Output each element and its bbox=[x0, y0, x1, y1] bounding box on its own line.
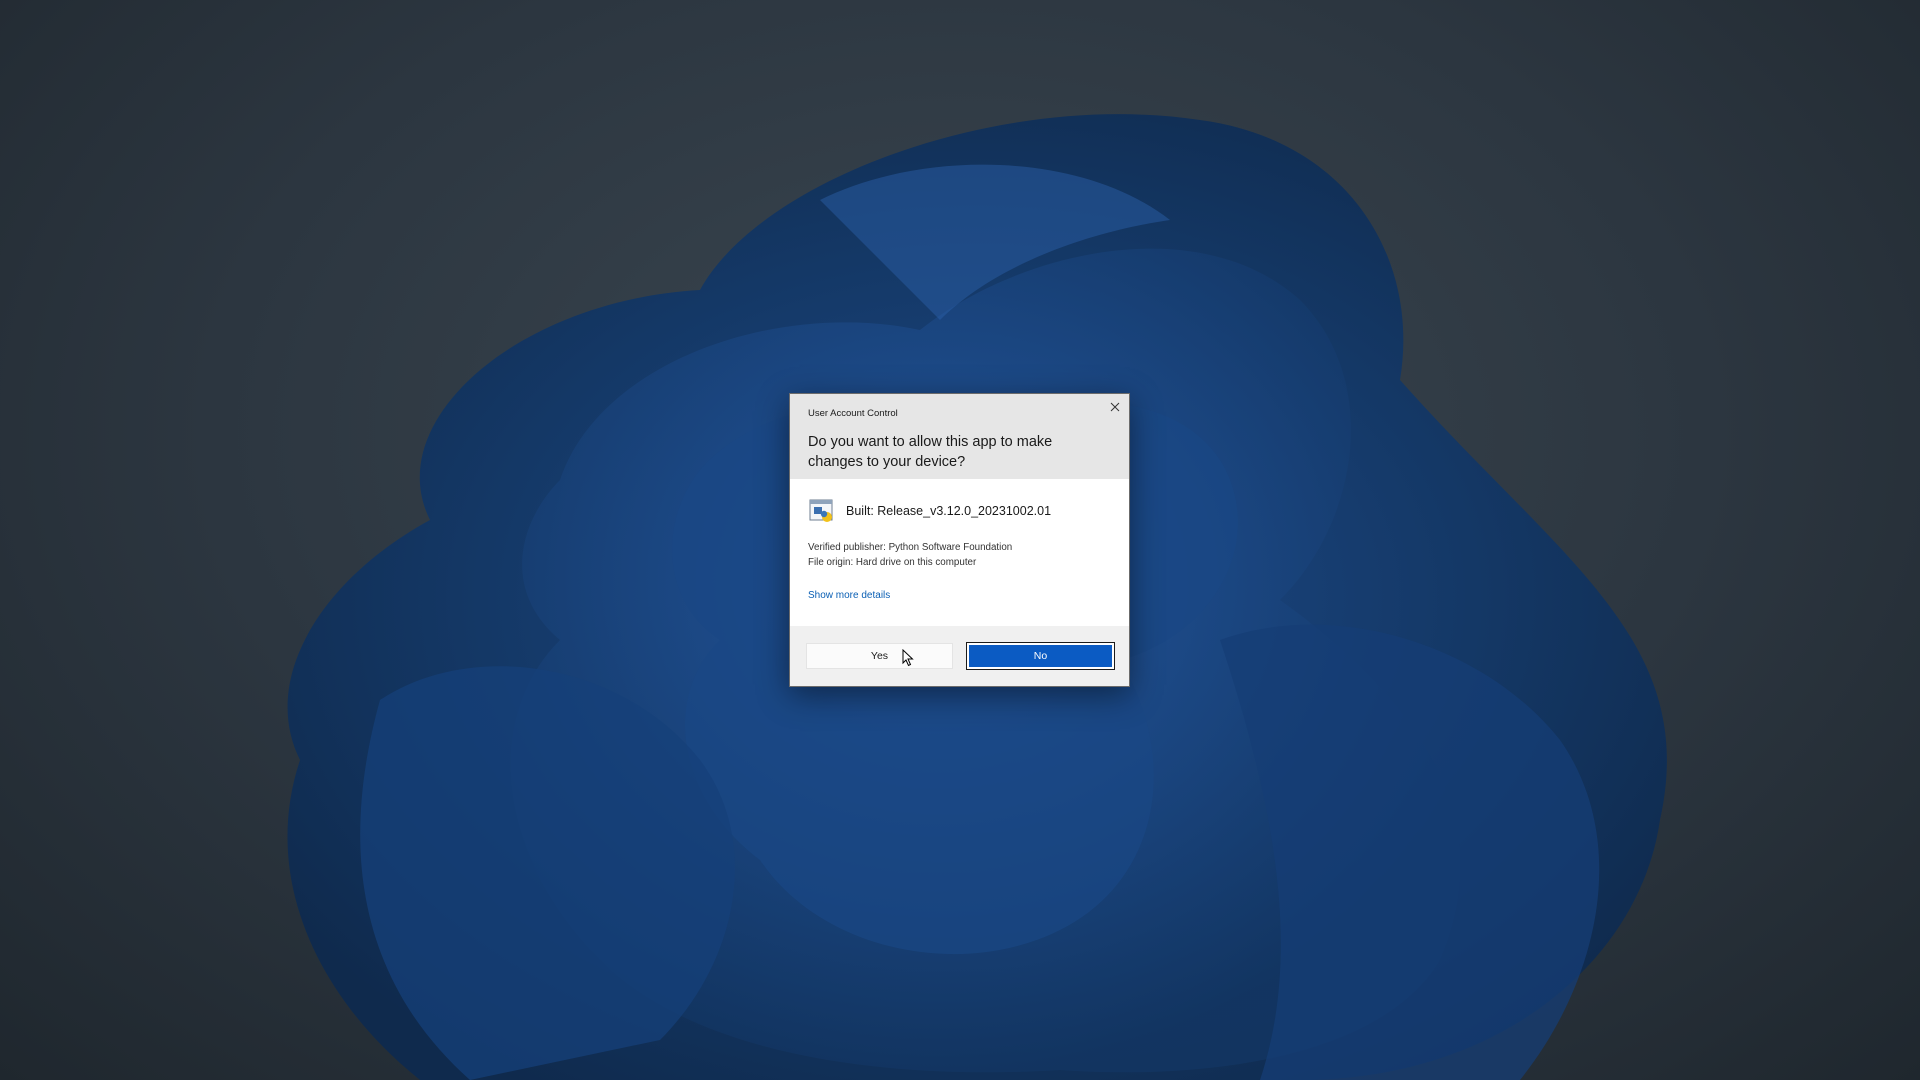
show-more-details-link[interactable]: Show more details bbox=[808, 590, 890, 601]
publisher-text: Verified publisher: Python Software Foun… bbox=[808, 542, 1013, 553]
yes-button[interactable]: Yes bbox=[806, 643, 953, 669]
app-name: Built: Release_v3.12.0_20231002.01 bbox=[846, 504, 1052, 518]
file-origin-text: File origin: Hard drive on this computer bbox=[808, 556, 977, 568]
mouse-cursor-icon bbox=[902, 649, 914, 667]
python-installer-icon bbox=[809, 499, 833, 522]
uac-dialog: User Account Control Do you want to allo… bbox=[789, 393, 1130, 687]
uac-footer: Yes No bbox=[790, 626, 1129, 686]
no-button[interactable]: No bbox=[966, 642, 1115, 670]
desktop: User Account Control Do you want to allo… bbox=[0, 0, 1920, 1080]
uac-question: Do you want to allow this app to make ch… bbox=[808, 434, 1053, 470]
dialog-title: User Account Control bbox=[808, 408, 898, 419]
app-details: Verified publisher: Python Software Foun… bbox=[808, 541, 1012, 570]
app-info-row: Built: Release_v3.12.0_20231002.01 bbox=[808, 497, 1051, 525]
uac-header: User Account Control Do you want to allo… bbox=[790, 394, 1129, 479]
close-icon bbox=[1110, 402, 1120, 412]
close-button[interactable] bbox=[1107, 399, 1123, 415]
